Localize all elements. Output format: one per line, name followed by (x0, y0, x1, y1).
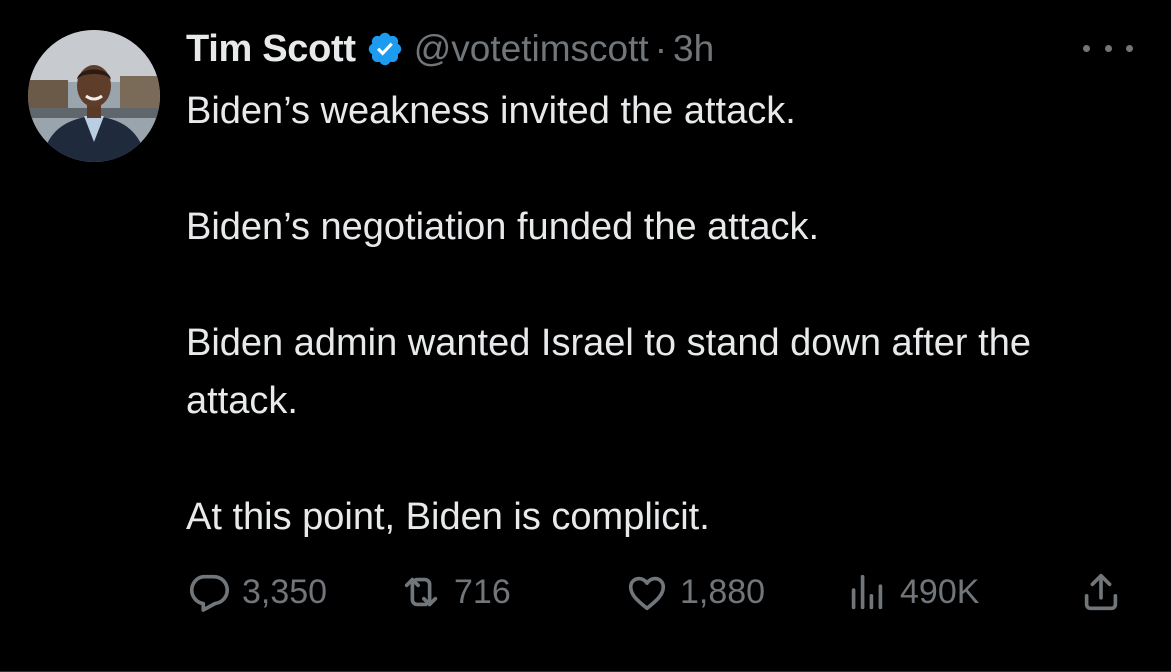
repost-count: 716 (454, 572, 511, 611)
avatar[interactable] (28, 30, 160, 162)
more-icon-dot (1126, 44, 1133, 52)
separator-dot: · (654, 28, 668, 69)
views-chart-icon (844, 569, 890, 615)
tweet-text: Biden’s weakness invited the attack. Bid… (186, 82, 1146, 546)
repost-button[interactable]: 716 (398, 566, 511, 618)
views-count: 490K (900, 572, 980, 611)
tweet-paragraph: Biden’s negotiation funded the attack. (186, 206, 820, 248)
reply-button[interactable]: 3,350 (186, 566, 327, 618)
tweet-paragraph: Biden’s weakness invited the attack. (186, 90, 796, 132)
tweet-header: Tim Scott @votetimscott · 3h (186, 24, 714, 74)
verified-badge-icon (366, 30, 404, 68)
author-display-name[interactable]: Tim Scott (186, 28, 356, 71)
more-options-button[interactable] (1083, 36, 1133, 60)
reply-icon (186, 569, 232, 615)
more-icon-dot (1104, 44, 1112, 52)
tweet[interactable]: Tim Scott @votetimscott · 3h Biden’s wea… (0, 0, 1171, 672)
repost-icon (398, 569, 444, 615)
tweet-paragraph: Biden admin wanted Israel to stand down … (186, 322, 1031, 422)
share-icon (1078, 569, 1124, 615)
tweet-paragraph: At this point, Biden is complicit. (186, 496, 710, 538)
tweet-timestamp[interactable]: 3h (673, 28, 714, 70)
views-button[interactable]: 490K (844, 566, 979, 618)
tweet-action-bar: 3,350 716 1,880 490K (186, 566, 1136, 618)
reply-count: 3,350 (242, 572, 328, 611)
author-handle[interactable]: @votetimscott (414, 28, 649, 70)
share-button[interactable] (1078, 566, 1124, 618)
heart-icon (624, 569, 670, 615)
like-count: 1,880 (680, 572, 766, 611)
more-icon (1083, 44, 1090, 52)
avatar-image (28, 30, 160, 162)
like-button[interactable]: 1,880 (624, 566, 765, 618)
